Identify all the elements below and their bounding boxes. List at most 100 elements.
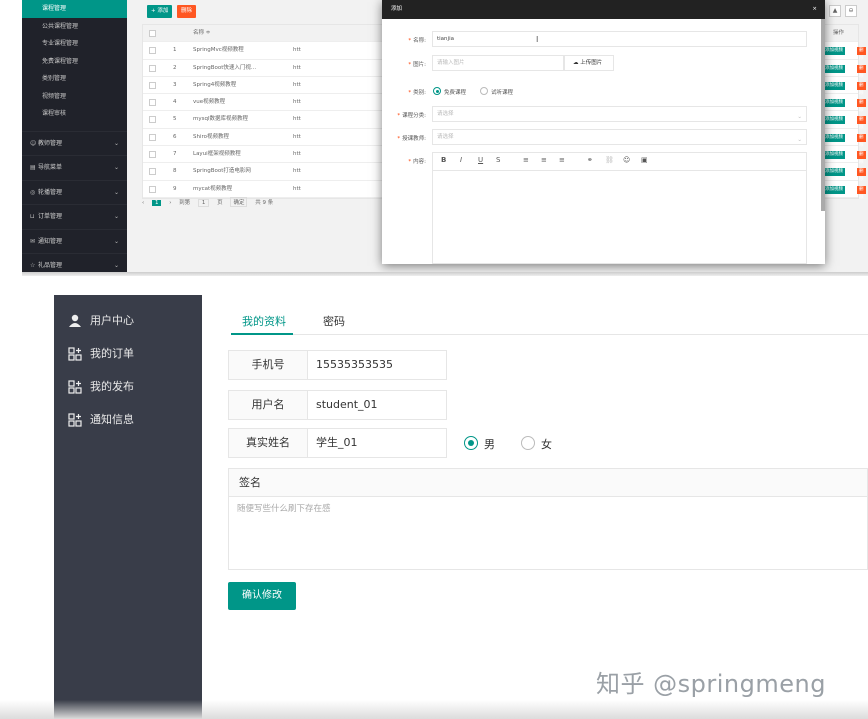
- row-checkbox[interactable]: [149, 64, 156, 72]
- category-select[interactable]: 请选择 ⌄: [432, 106, 807, 122]
- image-icon[interactable]: ▣: [641, 156, 648, 164]
- row-checkbox[interactable]: [149, 81, 156, 89]
- upload-image-button[interactable]: ☁ 上传图片: [564, 55, 614, 71]
- align-right-icon[interactable]: ≡: [559, 156, 565, 164]
- row-add-video-button[interactable]: 添加视频: [823, 133, 845, 142]
- header-name[interactable]: 名称 ≑: [193, 25, 288, 42]
- confirm-edit-button[interactable]: 确认修改: [228, 582, 296, 610]
- row-add-video-button[interactable]: 添加视频: [823, 99, 845, 108]
- sidebar-group-nav[interactable]: ▤ 导航菜单 ⌄: [22, 155, 127, 180]
- align-center-icon[interactable]: ≡: [541, 156, 547, 164]
- type-trial-label: 试听课程: [491, 90, 514, 96]
- row-checkbox[interactable]: [149, 168, 156, 176]
- sidebar-item-my-posts[interactable]: 我的发布: [68, 378, 134, 396]
- sidebar-group-teacher[interactable]: ☺ 教师管理 ⌄: [22, 130, 127, 156]
- row-delete-button[interactable]: 删除: [857, 47, 866, 61]
- row-delete-button[interactable]: 删除: [857, 151, 866, 165]
- italic-icon[interactable]: I: [460, 156, 462, 164]
- admin-content: + 添加 删除 ▥ ▲ ⊖ 名称 ≑ ≑ 操作 1SpringMvc视频教程ht…: [127, 0, 868, 272]
- row-delete-button[interactable]: 删除: [857, 81, 866, 96]
- row-delete-button[interactable]: 删除: [857, 133, 866, 148]
- teacher-select[interactable]: 请选择 ⌄: [432, 129, 807, 145]
- row-checkbox[interactable]: [149, 133, 156, 141]
- current-page[interactable]: 1: [151, 200, 162, 206]
- cart-icon: ⊔: [30, 213, 35, 220]
- group-label: 通知管理: [38, 237, 63, 245]
- realname-input[interactable]: 学生_01: [307, 428, 447, 458]
- username-input[interactable]: student_01: [307, 390, 447, 420]
- prev-page-icon[interactable]: ‹: [142, 200, 144, 206]
- close-icon[interactable]: ×: [812, 0, 817, 19]
- row-checkbox[interactable]: [149, 116, 156, 124]
- page-input[interactable]: 1: [197, 199, 210, 207]
- sidebar-item-major-course[interactable]: 专业课程管理: [22, 35, 127, 53]
- sidebar-group-carousel[interactable]: ◎ 轮播管理 ⌄: [22, 179, 127, 205]
- row-delete-button[interactable]: 删除: [857, 185, 866, 200]
- link-icon[interactable]: ⚭: [587, 156, 593, 164]
- tab-divider: [231, 334, 868, 335]
- delete-button[interactable]: 删除: [177, 5, 197, 18]
- watermark: 知乎 @springmeng: [596, 670, 826, 698]
- signature-textarea[interactable]: 随便写些什么刷下存在感: [229, 497, 867, 519]
- select-all-checkbox[interactable]: [149, 30, 156, 37]
- export-icon[interactable]: ▲: [829, 5, 841, 17]
- type-free-radio[interactable]: [433, 87, 441, 95]
- sidebar-group-order[interactable]: ⊔ 订单管理 ⌄: [22, 204, 127, 229]
- sidebar-item-notifications[interactable]: 通知信息: [68, 411, 134, 429]
- row-add-video-button[interactable]: 添加视频: [823, 81, 845, 90]
- row-delete-button[interactable]: 删除: [857, 116, 866, 130]
- row-add-video-button[interactable]: 添加视频: [823, 151, 845, 160]
- row-name: Spring4视频教程: [193, 81, 237, 88]
- row-checkbox[interactable]: [149, 151, 156, 159]
- phone-input[interactable]: 15535353535: [307, 350, 447, 380]
- row-add-video-button[interactable]: 添加视频: [823, 47, 845, 56]
- modal-scrollbar[interactable]: [821, 19, 825, 211]
- person-icon: ☺: [30, 139, 37, 147]
- sidebar-item-public-course[interactable]: 公共课程管理: [22, 18, 127, 36]
- row-add-video-button[interactable]: 添加视频: [823, 168, 845, 177]
- row-delete-button[interactable]: 删除: [857, 168, 866, 182]
- content-editor[interactable]: [432, 170, 807, 264]
- message-icon: ✉: [30, 237, 36, 245]
- align-left-icon[interactable]: ≡: [523, 156, 529, 164]
- sidebar-group-notice[interactable]: ✉ 通知管理 ⌄: [22, 228, 127, 254]
- add-button[interactable]: + 添加: [147, 5, 173, 18]
- underline-icon[interactable]: U: [478, 156, 483, 164]
- tab-password[interactable]: 密码: [323, 313, 345, 329]
- unlink-icon[interactable]: ⛓: [605, 156, 614, 164]
- row-add-video-button[interactable]: 添加视频: [823, 116, 845, 125]
- sidebar-item-category[interactable]: 类别管理: [22, 70, 127, 88]
- row-checkbox[interactable]: [149, 99, 156, 107]
- sidebar-item-video[interactable]: 视频管理: [22, 88, 127, 106]
- profile-screenshot: 用户中心 我的订单 我的发布 通知信息 我的资料 密码 手机号 15535353…: [22, 280, 868, 719]
- bold-icon[interactable]: B: [441, 156, 446, 164]
- add-course-modal: 添加 × * 名称: tianjia I * 图片: 请输入图片 ☁ 上传图片 * 类别…: [382, 0, 825, 264]
- row-checkbox[interactable]: [149, 185, 156, 193]
- tab-my-info[interactable]: 我的资料: [242, 313, 286, 329]
- type-trial-radio[interactable]: [480, 87, 488, 95]
- image-input[interactable]: 请输入图片: [432, 55, 564, 71]
- row-name: mycat视频教程: [193, 185, 233, 192]
- sidebar-item-course-manage[interactable]: 课程管理: [22, 0, 127, 18]
- group-label: 导航菜单: [38, 164, 63, 171]
- row-add-video-button[interactable]: 添加视频: [823, 185, 845, 194]
- gender-female-radio[interactable]: [521, 436, 535, 450]
- strikethrough-icon[interactable]: S: [496, 156, 500, 164]
- sidebar-item-my-orders[interactable]: 我的订单: [68, 345, 134, 363]
- gender-male-radio[interactable]: [464, 436, 478, 450]
- sidebar-item-review[interactable]: 课程审核: [22, 105, 127, 123]
- row-delete-button[interactable]: 删除: [857, 99, 866, 113]
- row-add-video-button[interactable]: 添加视频: [823, 64, 845, 73]
- print-icon[interactable]: ⊖: [845, 5, 857, 17]
- name-input[interactable]: tianjia I: [432, 31, 807, 47]
- row-number: 6: [173, 133, 177, 140]
- sidebar-group-gift[interactable]: ☆ 礼品管理 ⌄: [22, 253, 127, 272]
- row-checkbox[interactable]: [149, 47, 156, 55]
- goto-confirm-button[interactable]: 确定: [230, 197, 248, 207]
- row-delete-button[interactable]: 删除: [857, 64, 866, 79]
- emoji-icon[interactable]: ☺: [623, 156, 630, 164]
- next-page-icon[interactable]: ›: [169, 200, 171, 206]
- sidebar-item-free-course[interactable]: 免费课程管理: [22, 53, 127, 71]
- sidebar-item-user-center[interactable]: 用户中心: [68, 312, 134, 330]
- text-cursor-icon: I: [536, 35, 539, 44]
